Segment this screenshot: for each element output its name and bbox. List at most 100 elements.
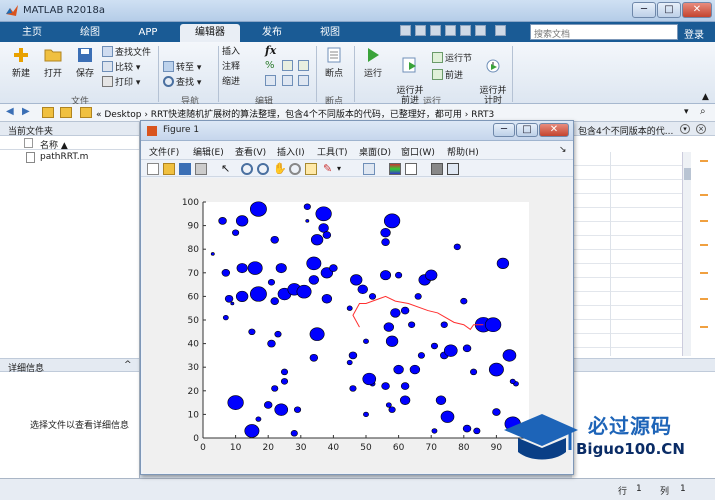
obstacle-point: [414, 293, 422, 300]
checkbox-icon[interactable]: [24, 138, 33, 148]
code-analyzer-mark[interactable]: [700, 326, 708, 328]
wrap-icon[interactable]: [298, 60, 309, 71]
comment-icon[interactable]: [282, 60, 293, 71]
indent-icon[interactable]: [265, 75, 276, 86]
tab-view[interactable]: 视图: [302, 24, 358, 42]
path-dropdown-icon[interactable]: ▾: [684, 107, 689, 117]
code-analyzer-mark[interactable]: [700, 298, 708, 300]
menu-tools[interactable]: 工具(T): [317, 145, 348, 158]
breakpoints-button[interactable]: 断点: [320, 46, 348, 79]
editor-scrollbar[interactable]: [682, 152, 691, 356]
undo-icon[interactable]: [460, 25, 471, 36]
insert-button[interactable]: 插入: [222, 46, 240, 59]
tab-apps[interactable]: APP: [120, 24, 176, 42]
back-icon[interactable]: ◀: [6, 106, 14, 117]
find-button[interactable]: 查找 ▾: [163, 76, 201, 89]
tab-plots[interactable]: 绘图: [62, 24, 118, 42]
code-analyzer-mark[interactable]: [700, 220, 708, 222]
details-expand-icon[interactable]: ^: [124, 360, 132, 370]
login-link[interactable]: 登录: [684, 26, 704, 41]
brush-icon[interactable]: ✎: [323, 163, 335, 175]
goto-button[interactable]: 转至 ▾: [163, 61, 201, 74]
open-file-icon[interactable]: [163, 163, 175, 175]
paste-icon[interactable]: [445, 25, 456, 36]
run-section-button[interactable]: 运行节: [432, 52, 472, 65]
pan-icon[interactable]: ✋: [273, 163, 287, 175]
menu-insert[interactable]: 插入(I): [277, 145, 305, 158]
tab-publish[interactable]: 发布: [244, 24, 300, 42]
link-plot-icon[interactable]: [363, 163, 375, 175]
run-and-time-button[interactable]: 运行并 计时: [478, 46, 508, 106]
figure-close-button[interactable]: ✕: [539, 123, 569, 137]
outdent-icon[interactable]: [282, 75, 293, 86]
browse-folder-icon[interactable]: [60, 107, 72, 118]
save-button[interactable]: 保存: [70, 46, 100, 79]
copy-icon[interactable]: [430, 25, 441, 36]
figure-maximize-button[interactable]: □: [516, 123, 538, 137]
maximize-button[interactable]: □: [657, 2, 681, 18]
zoom-in-icon[interactable]: [241, 163, 253, 175]
function-icon[interactable]: fx: [265, 44, 276, 57]
colorbar-icon[interactable]: [389, 163, 401, 175]
menu-desktop[interactable]: 桌面(D): [359, 145, 391, 158]
indent-button[interactable]: 缩进: [222, 76, 240, 89]
tab-editor[interactable]: 编辑器: [180, 24, 240, 42]
save-icon[interactable]: [400, 25, 411, 36]
menu-view[interactable]: 查看(V): [235, 145, 266, 158]
code-analyzer-mark[interactable]: [700, 244, 708, 246]
menu-window[interactable]: 窗口(W): [401, 145, 435, 158]
code-analyzer-mark[interactable]: [700, 194, 708, 196]
obstacle-point: [308, 275, 320, 285]
current-folder-path[interactable]: « Desktop › RRT快速随机扩展树的算法整理，包含4个不同版本的代码，…: [96, 107, 494, 120]
show-plot-tools-icon[interactable]: [447, 163, 459, 175]
advance-button[interactable]: 前进: [432, 69, 463, 82]
compare-button[interactable]: 比较 ▾: [102, 61, 140, 74]
new-button[interactable]: 新建: [6, 46, 36, 79]
comment-button[interactable]: 注释: [222, 61, 240, 74]
menu-file[interactable]: 文件(F): [149, 145, 179, 158]
name-column-header[interactable]: 名称 ▲: [0, 136, 139, 151]
editor-menu-icon[interactable]: ▾: [680, 124, 690, 134]
percent-icon[interactable]: %: [265, 60, 275, 71]
legend-icon[interactable]: [405, 163, 417, 175]
code-analyzer-mark[interactable]: [700, 272, 708, 274]
collapse-ribbon-icon[interactable]: ▲: [702, 92, 709, 102]
find-files-button[interactable]: 查找文件: [102, 46, 151, 59]
redo-icon[interactable]: [475, 25, 486, 36]
tab-home[interactable]: 主页: [4, 24, 60, 42]
minimize-button[interactable]: ─: [632, 2, 656, 18]
print-button[interactable]: 打印 ▾: [102, 76, 140, 89]
close-button[interactable]: ✕: [682, 2, 712, 18]
figure-minimize-button[interactable]: ─: [493, 123, 515, 137]
data-cursor-icon[interactable]: [305, 163, 317, 175]
menu-edit[interactable]: 编辑(E): [193, 145, 224, 158]
rotate-3d-icon[interactable]: [289, 163, 301, 175]
search-folder-icon[interactable]: ⌕: [700, 106, 706, 117]
obstacle-point: [400, 306, 410, 315]
up-folder-icon[interactable]: [42, 107, 54, 118]
search-documentation-input[interactable]: 搜索文档: [530, 24, 678, 40]
forward-icon[interactable]: ▶: [22, 106, 30, 117]
smart-indent-icon[interactable]: [298, 75, 309, 86]
obstacle-point: [255, 416, 262, 422]
zoom-out-icon[interactable]: [257, 163, 269, 175]
open-button[interactable]: 打开: [38, 46, 68, 79]
figure-title-bar[interactable]: Figure 1 ─ □ ✕: [141, 121, 573, 141]
menu-help[interactable]: 帮助(H): [447, 145, 479, 158]
new-figure-icon[interactable]: [147, 163, 159, 175]
file-list-item[interactable]: pathRRT.m: [0, 150, 139, 164]
editor-tab-header[interactable]: 包含4个不同版本的代...: [572, 122, 715, 136]
editor-close-icon[interactable]: ×: [696, 124, 706, 134]
run-button[interactable]: 运行: [358, 46, 388, 79]
hide-plot-tools-icon[interactable]: [431, 163, 443, 175]
cut-icon[interactable]: [415, 25, 426, 36]
obstacle-point: [236, 263, 248, 274]
pointer-icon[interactable]: ↖: [221, 163, 233, 175]
save-figure-icon[interactable]: [179, 163, 191, 175]
print-figure-icon[interactable]: [195, 163, 207, 175]
scrollbar-thumb[interactable]: [684, 168, 691, 180]
dock-icon[interactable]: ↘: [559, 145, 567, 155]
brush-dropdown-icon[interactable]: ▾: [337, 163, 343, 175]
help-icon[interactable]: [495, 25, 506, 36]
code-analyzer-mark[interactable]: [700, 160, 708, 162]
